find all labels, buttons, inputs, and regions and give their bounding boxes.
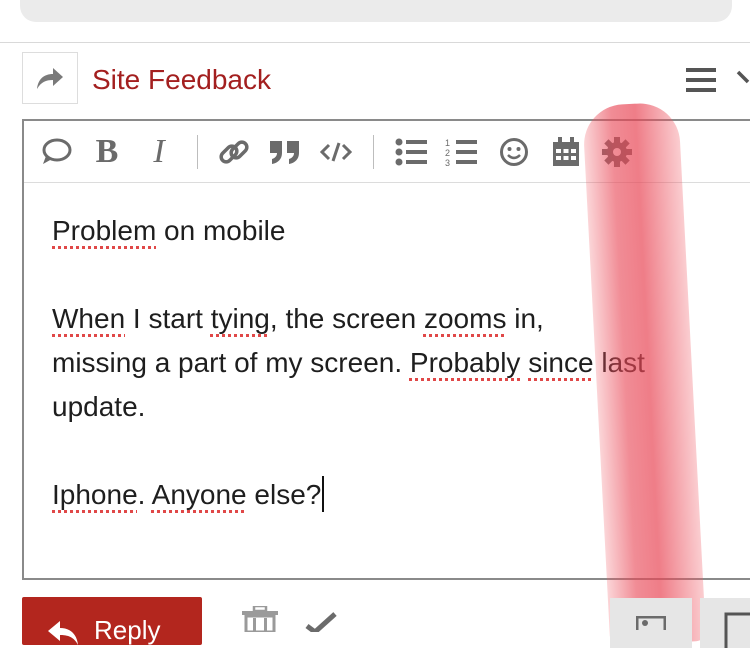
code-button[interactable] xyxy=(320,137,352,167)
calendar-icon xyxy=(553,137,579,166)
options-button[interactable] xyxy=(600,137,634,167)
editor-line: update. xyxy=(52,391,146,422)
link-button[interactable] xyxy=(216,137,252,167)
toggle-preview-button[interactable] xyxy=(700,598,750,648)
hamburger-menu-icon[interactable] xyxy=(686,68,716,92)
share-button[interactable] xyxy=(22,52,78,104)
editor-text: , the screen xyxy=(269,303,424,334)
bold-button[interactable]: B xyxy=(92,133,122,170)
misspelled-word[interactable]: When xyxy=(52,303,125,334)
bullet-list-icon xyxy=(395,138,427,166)
link-icon xyxy=(219,140,249,164)
editor-line: When I start tying, the screen zooms in, xyxy=(52,297,750,341)
svg-text:1: 1 xyxy=(445,138,450,148)
post-editor[interactable]: Problem on mobile When I start tying, th… xyxy=(52,209,750,517)
speech-bubble-icon xyxy=(42,138,72,164)
misspelled-word[interactable]: since xyxy=(528,347,593,378)
editor-text: I start xyxy=(125,303,211,334)
header-divider xyxy=(0,42,750,43)
trash-icon[interactable] xyxy=(240,606,280,632)
chevron-down-icon[interactable] xyxy=(736,66,750,86)
insert-date-button[interactable] xyxy=(550,137,582,167)
code-icon xyxy=(320,142,352,162)
misspelled-word[interactable]: Probably xyxy=(410,347,521,378)
numbered-list-icon: 1 2 3 xyxy=(445,138,477,167)
image-icon xyxy=(636,616,666,630)
editor-text: missing a part of my screen. xyxy=(52,347,410,378)
italic-button[interactable]: I xyxy=(146,133,172,170)
checkmark-icon[interactable] xyxy=(305,612,339,632)
editor-text: else? xyxy=(246,479,322,510)
svg-text:2: 2 xyxy=(445,148,450,158)
quote-reply-button[interactable] xyxy=(38,137,74,167)
misspelled-word[interactable]: Problem xyxy=(52,215,156,246)
editor-blank-line xyxy=(52,429,750,473)
toolbar-separator xyxy=(373,135,374,169)
preview-icon xyxy=(724,612,750,648)
reply-icon xyxy=(48,621,78,645)
blockquote-icon xyxy=(270,141,299,164)
editor-blank-line xyxy=(52,253,750,297)
editor-text: on mobile xyxy=(156,215,286,246)
share-icon xyxy=(37,68,63,89)
emoji-button[interactable] xyxy=(498,137,530,167)
editor-text: in, xyxy=(506,303,544,334)
blockquote-button[interactable] xyxy=(268,137,302,167)
reply-button[interactable]: Reply xyxy=(22,597,202,645)
editor-line: missing a part of my screen. Probably si… xyxy=(52,341,750,385)
bullet-list-button[interactable] xyxy=(394,137,428,167)
category-title[interactable]: Site Feedback xyxy=(92,62,271,98)
editor-toolbar: B I 1 2 3 xyxy=(24,121,750,183)
text-cursor xyxy=(322,476,325,512)
insert-image-button[interactable] xyxy=(610,598,692,648)
misspelled-word[interactable]: Anyone xyxy=(152,479,247,510)
composer: B I 1 2 3 Problem on mobile When I start… xyxy=(22,119,750,580)
misspelled-word[interactable]: tying xyxy=(211,303,270,334)
svg-text:3: 3 xyxy=(445,158,450,167)
editor-line: Problem on mobile xyxy=(52,209,750,253)
editor-line: Iphone. Anyone else? xyxy=(52,473,750,517)
reply-label: Reply xyxy=(94,614,161,645)
misspelled-word[interactable]: zooms xyxy=(424,303,506,334)
misspelled-word[interactable]: Iphone xyxy=(52,479,138,510)
numbered-list-button[interactable]: 1 2 3 xyxy=(444,137,478,167)
gear-icon xyxy=(602,137,632,167)
smiley-icon xyxy=(500,138,528,166)
toolbar-separator xyxy=(197,135,198,169)
editor-text: last xyxy=(593,347,645,378)
editor-text: . xyxy=(137,479,152,510)
search-bar[interactable] xyxy=(20,0,732,22)
